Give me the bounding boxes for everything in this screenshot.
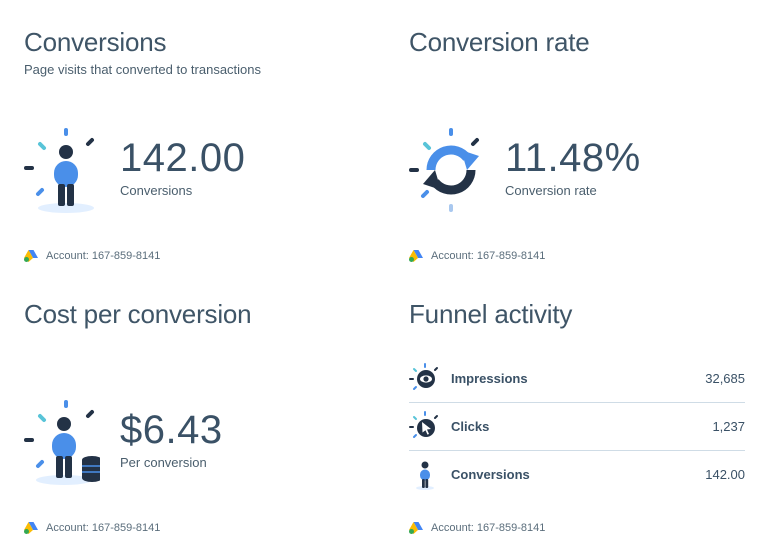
funnel-row-label: Clicks <box>451 419 490 434</box>
account-footer: Account: 167-859-8141 <box>409 522 545 534</box>
cost-per-conversion-value: $6.43 <box>120 408 223 452</box>
funnel-row-value: 142.00 <box>705 467 745 482</box>
cost-per-conversion-panel: Cost per conversion $6.43 Per conversion <box>24 300 374 540</box>
funnel-row-clicks: Clicks 1,237 <box>409 403 745 451</box>
funnel-activity-panel: Funnel activity Impressions 32,685 Click… <box>409 300 749 540</box>
google-ads-icon <box>24 250 38 262</box>
person-illustration-icon <box>24 128 94 213</box>
account-label: Account: 167-859-8141 <box>431 522 546 534</box>
funnel-row-value: 32,685 <box>705 371 745 386</box>
account-label: Account: 167-859-8141 <box>46 250 161 262</box>
conversions-subtitle: Page visits that converted to transactio… <box>24 62 262 77</box>
cost-per-conversion-title: Cost per conversion <box>24 299 252 329</box>
funnel-row-label: Conversions <box>451 467 530 482</box>
account-footer: Account: 167-859-8141 <box>409 250 545 262</box>
conversion-rate-value: 11.48% <box>505 136 641 180</box>
person-icon <box>416 461 434 490</box>
google-ads-icon <box>409 522 423 534</box>
funnel-row-conversions: Conversions 142.00 <box>409 451 745 498</box>
account-footer: Account: 167-859-8141 <box>24 250 160 262</box>
cost-per-conversion-kpi: $6.43 Per conversion <box>24 398 354 488</box>
account-label: Account: 167-859-8141 <box>46 522 161 534</box>
refresh-cycle-icon <box>409 128 479 212</box>
cost-per-conversion-label: Per conversion <box>120 455 207 470</box>
conversion-rate-panel: Conversion rate 11.48% Conversion rate A… <box>409 28 749 268</box>
google-ads-icon <box>24 522 38 534</box>
google-ads-icon <box>409 250 423 262</box>
conversion-rate-label: Conversion rate <box>505 183 597 198</box>
cursor-icon <box>409 410 438 438</box>
person-with-coins-icon <box>24 400 100 485</box>
conversions-value: 142.00 <box>120 136 246 180</box>
funnel-activity-title: Funnel activity <box>409 299 573 329</box>
funnel-list: Impressions 32,685 Clicks 1,237 Conversi… <box>409 355 745 498</box>
funnel-row-value: 1,237 <box>712 419 745 434</box>
funnel-row-impressions: Impressions 32,685 <box>409 355 745 403</box>
conversion-rate-kpi: 11.48% Conversion rate <box>409 126 739 216</box>
funnel-row-label: Impressions <box>451 371 528 386</box>
conversions-label: Conversions <box>120 183 193 198</box>
conversions-title: Conversions <box>24 27 167 57</box>
eye-icon <box>409 362 438 390</box>
conversion-rate-title: Conversion rate <box>409 27 590 57</box>
conversions-panel: Conversions Page visits that converted t… <box>24 28 374 268</box>
conversions-kpi: 142.00 Conversions <box>24 126 354 216</box>
account-label: Account: 167-859-8141 <box>431 250 546 262</box>
account-footer: Account: 167-859-8141 <box>24 522 160 534</box>
